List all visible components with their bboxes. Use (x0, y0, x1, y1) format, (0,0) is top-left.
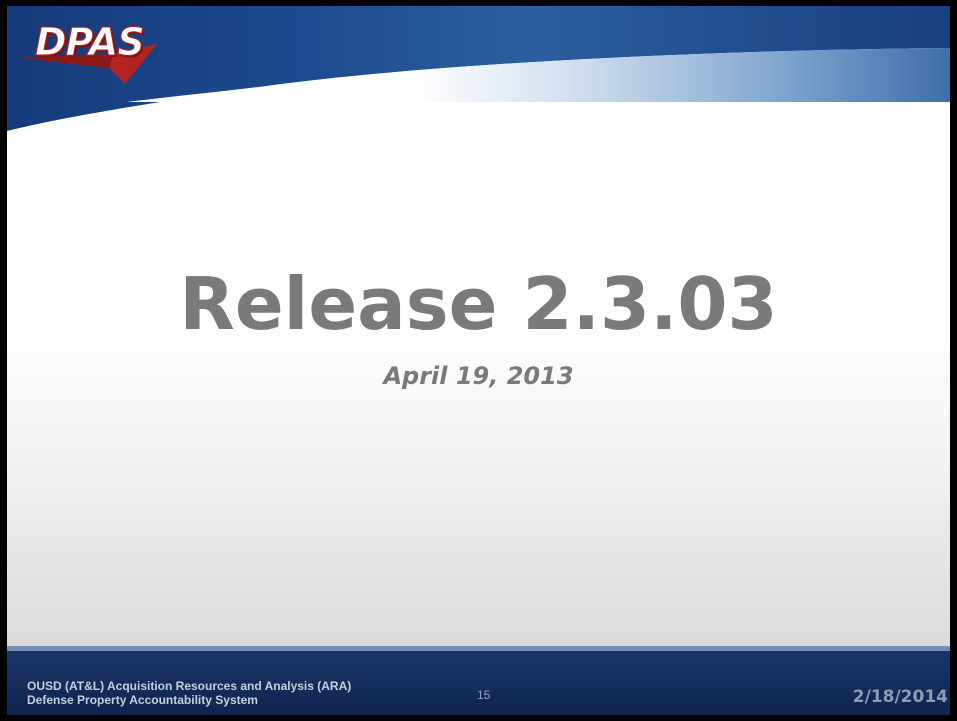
page-number: 15 (477, 688, 491, 702)
slide-subtitle: April 19, 2013 (383, 362, 574, 390)
footer: OUSD (AT&L) Acquisition Resources and An… (7, 651, 950, 715)
dpas-logo: DPAS (17, 14, 165, 90)
footer-org-line2: Defense Property Accountability System (27, 693, 258, 707)
logo-text: DPAS (35, 20, 146, 64)
footer-organization: OUSD (AT&L) Acquisition Resources and An… (27, 679, 351, 707)
footer-org-line1: OUSD (AT&L) Acquisition Resources and An… (27, 679, 352, 693)
footer-date: 2/18/2014 (852, 687, 948, 707)
slide-title: Release 2.3.03 (179, 262, 778, 346)
slide: DPAS Release 2.3.03 April 19, 2013 OUSD … (7, 6, 950, 715)
